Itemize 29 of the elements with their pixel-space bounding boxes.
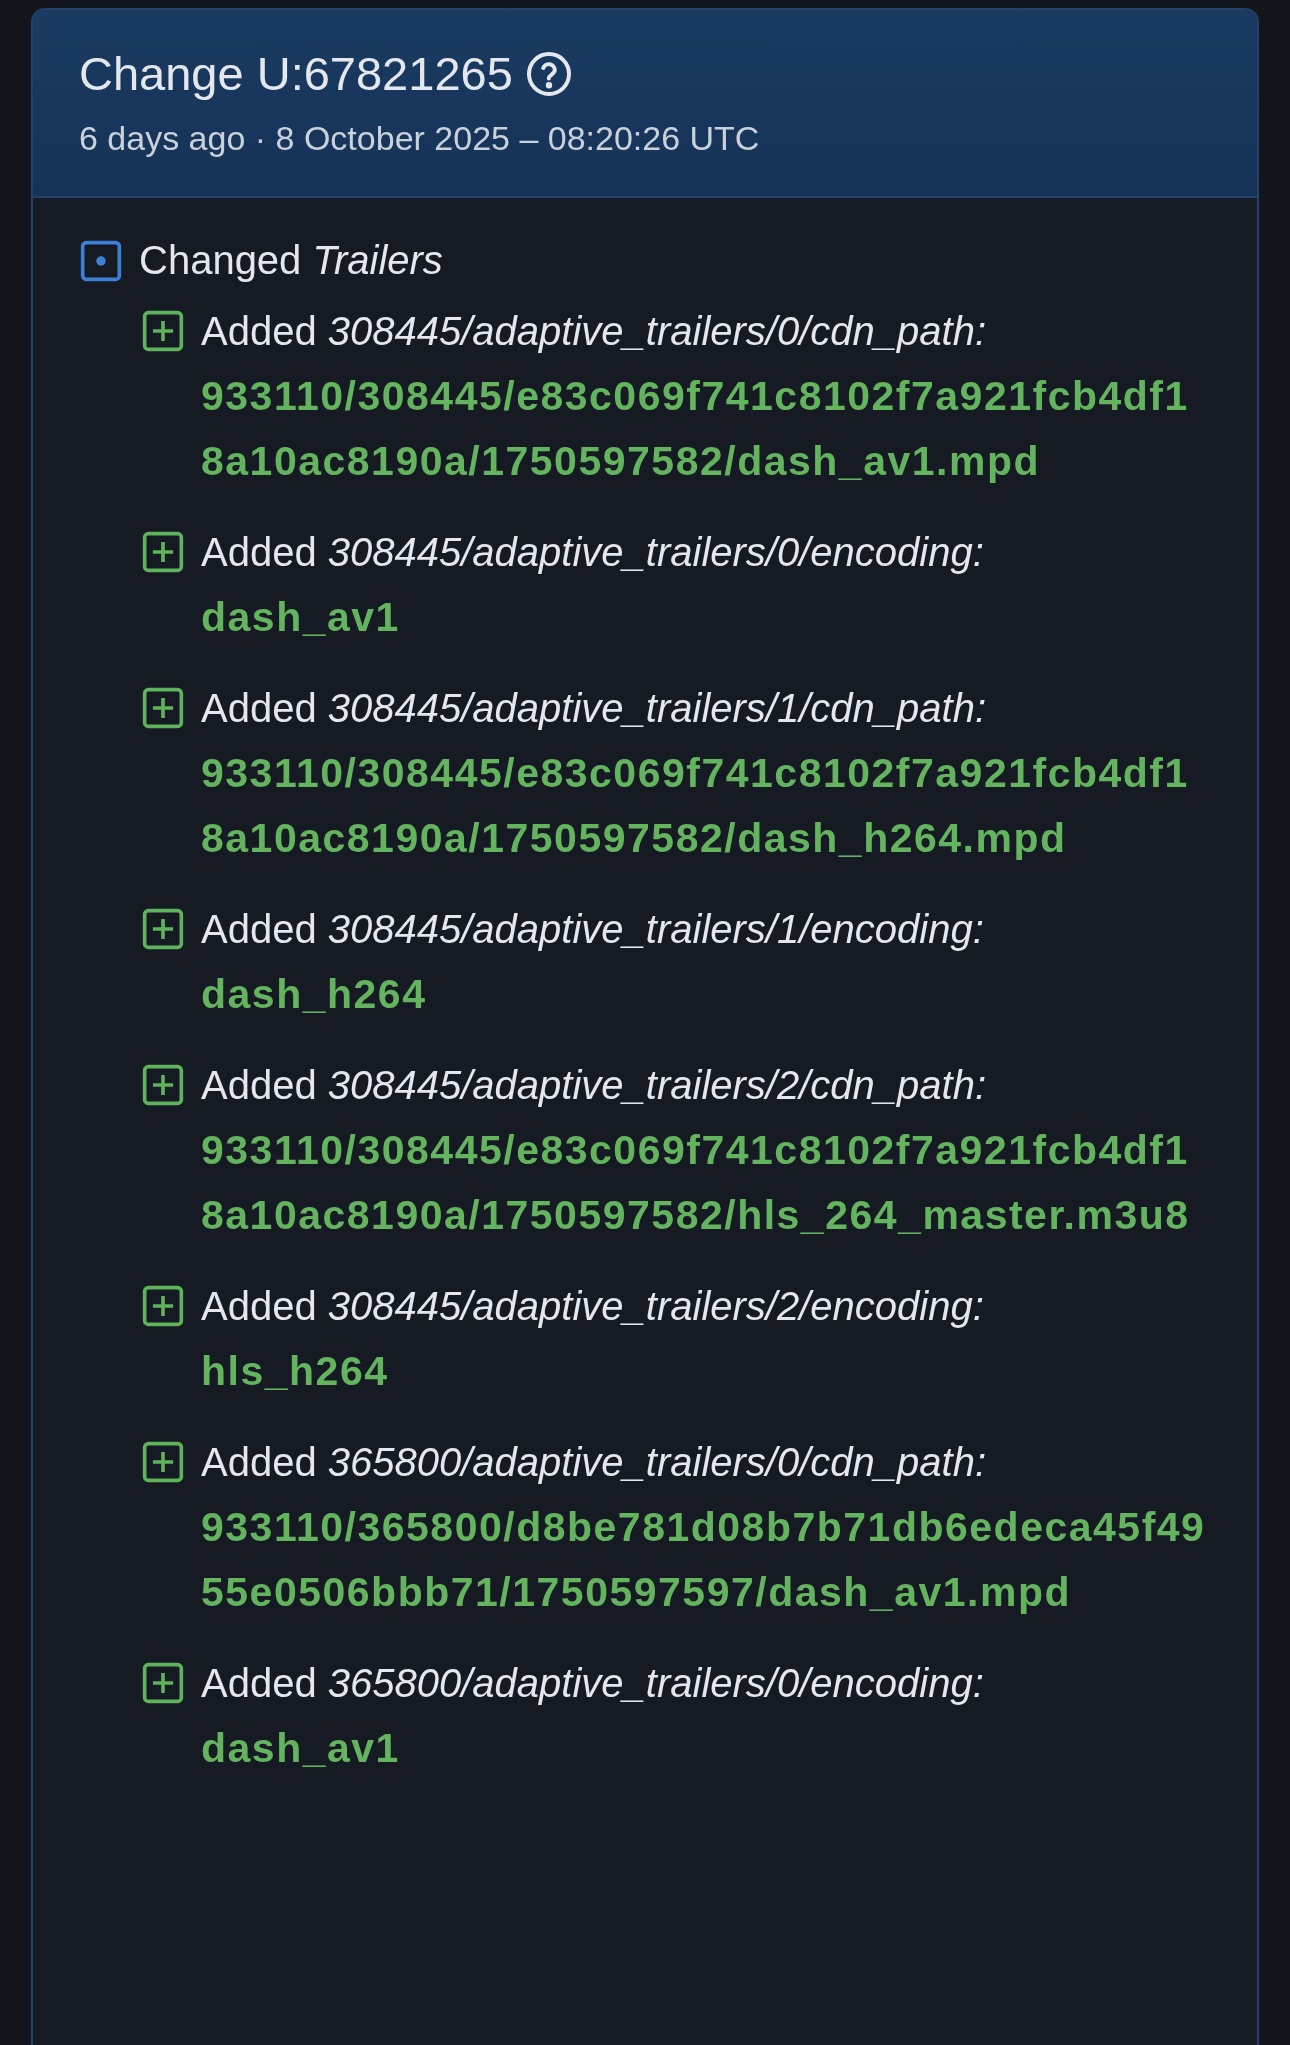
change-heading: Changed Trailers — [139, 237, 443, 284]
change-value: 933110/365800/d8be781d08b7b71db6edeca45f4955e0506bbb71/1750597597/dash_av1.mpd — [201, 1503, 1207, 1617]
added-icon — [141, 686, 185, 730]
change-label: Added 308445/adaptive_trailers/1/encoding: — [201, 906, 985, 953]
change-label: Added 308445/adaptive_trailers/2/cdn_path: — [201, 1062, 988, 1109]
change-label: Added 308445/adaptive_trailers/0/cdn_path: — [201, 308, 988, 355]
timestamp: 6 days ago · 8 October 2025 – 08:20:26 UTC — [79, 118, 761, 159]
added-icon — [141, 1661, 185, 1705]
change-title: Change U:67821265 — [79, 46, 513, 102]
changed-icon — [79, 238, 123, 283]
change-value: 933110/308445/e83c069f741c8102f7a921fcb4df18a10ac8190a/1750597582/dash_av1.mpd — [201, 372, 1190, 486]
change-label: Added 308445/adaptive_trailers/1/cdn_path: — [201, 685, 988, 732]
change-value: dash_h264 — [201, 970, 428, 1019]
change-value: 933110/308445/e83c069f741c8102f7a921fcb4df18a10ac8190a/1750597582/dash_h264.mpd — [201, 749, 1190, 863]
added-icon — [141, 1284, 185, 1328]
change-value: dash_av1 — [201, 593, 401, 642]
added-icon — [141, 1440, 185, 1484]
change-value: 933110/308445/e83c069f741c8102f7a921fcb4df18a10ac8190a/1750597582/hls_264_master.m3u8 — [201, 1126, 1191, 1240]
added-icon — [141, 1063, 185, 1107]
change-label: Added 308445/adaptive_trailers/0/encoding: — [201, 529, 985, 576]
added-icon — [141, 530, 185, 574]
added-icon — [141, 309, 185, 353]
added-icon — [141, 907, 185, 951]
change-value: hls_h264 — [201, 1347, 390, 1396]
change-label: Added 365800/adaptive_trailers/0/encoding: — [201, 1660, 985, 1707]
help-icon[interactable] — [524, 50, 573, 98]
change-value: dash_av1 — [201, 1724, 401, 1773]
change-label: Added 365800/adaptive_trailers/0/cdn_path: — [201, 1439, 988, 1486]
change-label: Added 308445/adaptive_trailers/2/encoding: — [201, 1283, 985, 1330]
